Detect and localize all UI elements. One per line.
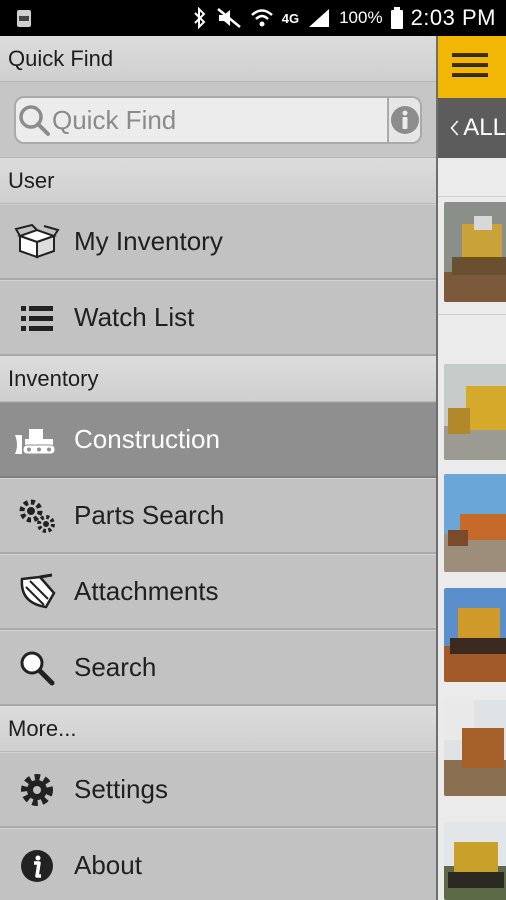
menu-item-construction[interactable]: Construction bbox=[0, 402, 436, 478]
search-box bbox=[14, 96, 422, 144]
equipment-thumbnail[interactable] bbox=[444, 474, 506, 572]
menu-item-label: About bbox=[74, 850, 142, 880]
app-toolbar bbox=[438, 36, 506, 98]
quick-find-input[interactable] bbox=[52, 98, 387, 142]
info-icon bbox=[0, 828, 74, 900]
list-icon bbox=[0, 280, 74, 356]
battery-icon bbox=[390, 7, 403, 29]
wifi-icon bbox=[250, 9, 273, 27]
back-all-button[interactable]: ALL bbox=[438, 98, 506, 158]
search-icon bbox=[0, 630, 74, 706]
battery-percent: 100% bbox=[339, 8, 383, 27]
section-header-user: User bbox=[0, 158, 436, 204]
equipment-thumbnail[interactable] bbox=[444, 700, 506, 796]
box-icon bbox=[0, 204, 74, 280]
section-header-quick-find: Quick Find bbox=[0, 36, 436, 82]
menu-item-settings[interactable]: Settings bbox=[0, 752, 436, 828]
bluetooth-icon bbox=[194, 7, 206, 29]
menu-item-attachments[interactable]: Attachments bbox=[0, 554, 436, 630]
equipment-thumbnail[interactable] bbox=[444, 822, 506, 900]
menu-item-parts-search[interactable]: Parts Search bbox=[0, 478, 436, 554]
hamburger-menu-icon[interactable] bbox=[452, 51, 488, 84]
bulldozer-icon bbox=[0, 402, 74, 478]
equipment-thumbnail[interactable] bbox=[444, 588, 506, 682]
signal-icon bbox=[309, 9, 330, 27]
section-header-more: More... bbox=[0, 706, 436, 752]
menu-item-my-inventory[interactable]: My Inventory bbox=[0, 204, 436, 280]
menu-item-label: Search bbox=[74, 652, 157, 682]
menu-item-label: My Inventory bbox=[74, 226, 223, 256]
back-label: ALL bbox=[463, 114, 506, 141]
network-type: 4G bbox=[281, 10, 300, 26]
bucket-icon bbox=[0, 554, 74, 630]
menu-item-search[interactable]: Search bbox=[0, 630, 436, 706]
quick-find-search bbox=[0, 82, 436, 158]
mute-icon bbox=[216, 8, 241, 28]
list-divider bbox=[438, 314, 506, 315]
section-header-inventory: Inventory bbox=[0, 356, 436, 402]
info-icon[interactable] bbox=[387, 98, 420, 142]
menu-item-label: Watch List bbox=[74, 302, 195, 332]
menu-item-label: Attachments bbox=[74, 576, 219, 606]
menu-item-label: Settings bbox=[74, 774, 168, 804]
menu-item-watch-list[interactable]: Watch List bbox=[0, 280, 436, 356]
menu-item-label: Parts Search bbox=[74, 500, 225, 530]
app-content: ALL bbox=[436, 36, 506, 900]
menu-item-label: Construction bbox=[74, 424, 220, 454]
equipment-thumbnail[interactable] bbox=[444, 202, 506, 302]
menu-item-about[interactable]: About bbox=[0, 828, 436, 900]
equipment-thumbnail[interactable] bbox=[444, 364, 506, 460]
clock: 2:03 PM bbox=[410, 5, 496, 30]
search-icon bbox=[16, 98, 52, 142]
chevron-left-icon bbox=[450, 120, 459, 136]
navigation-drawer: Quick Find User bbox=[0, 36, 436, 900]
notification-icon bbox=[17, 10, 31, 27]
list-divider bbox=[438, 196, 506, 197]
status-bar: 4G 100% 2:03 PM bbox=[0, 0, 506, 36]
gears-icon bbox=[0, 478, 74, 554]
gear-icon bbox=[0, 752, 74, 828]
